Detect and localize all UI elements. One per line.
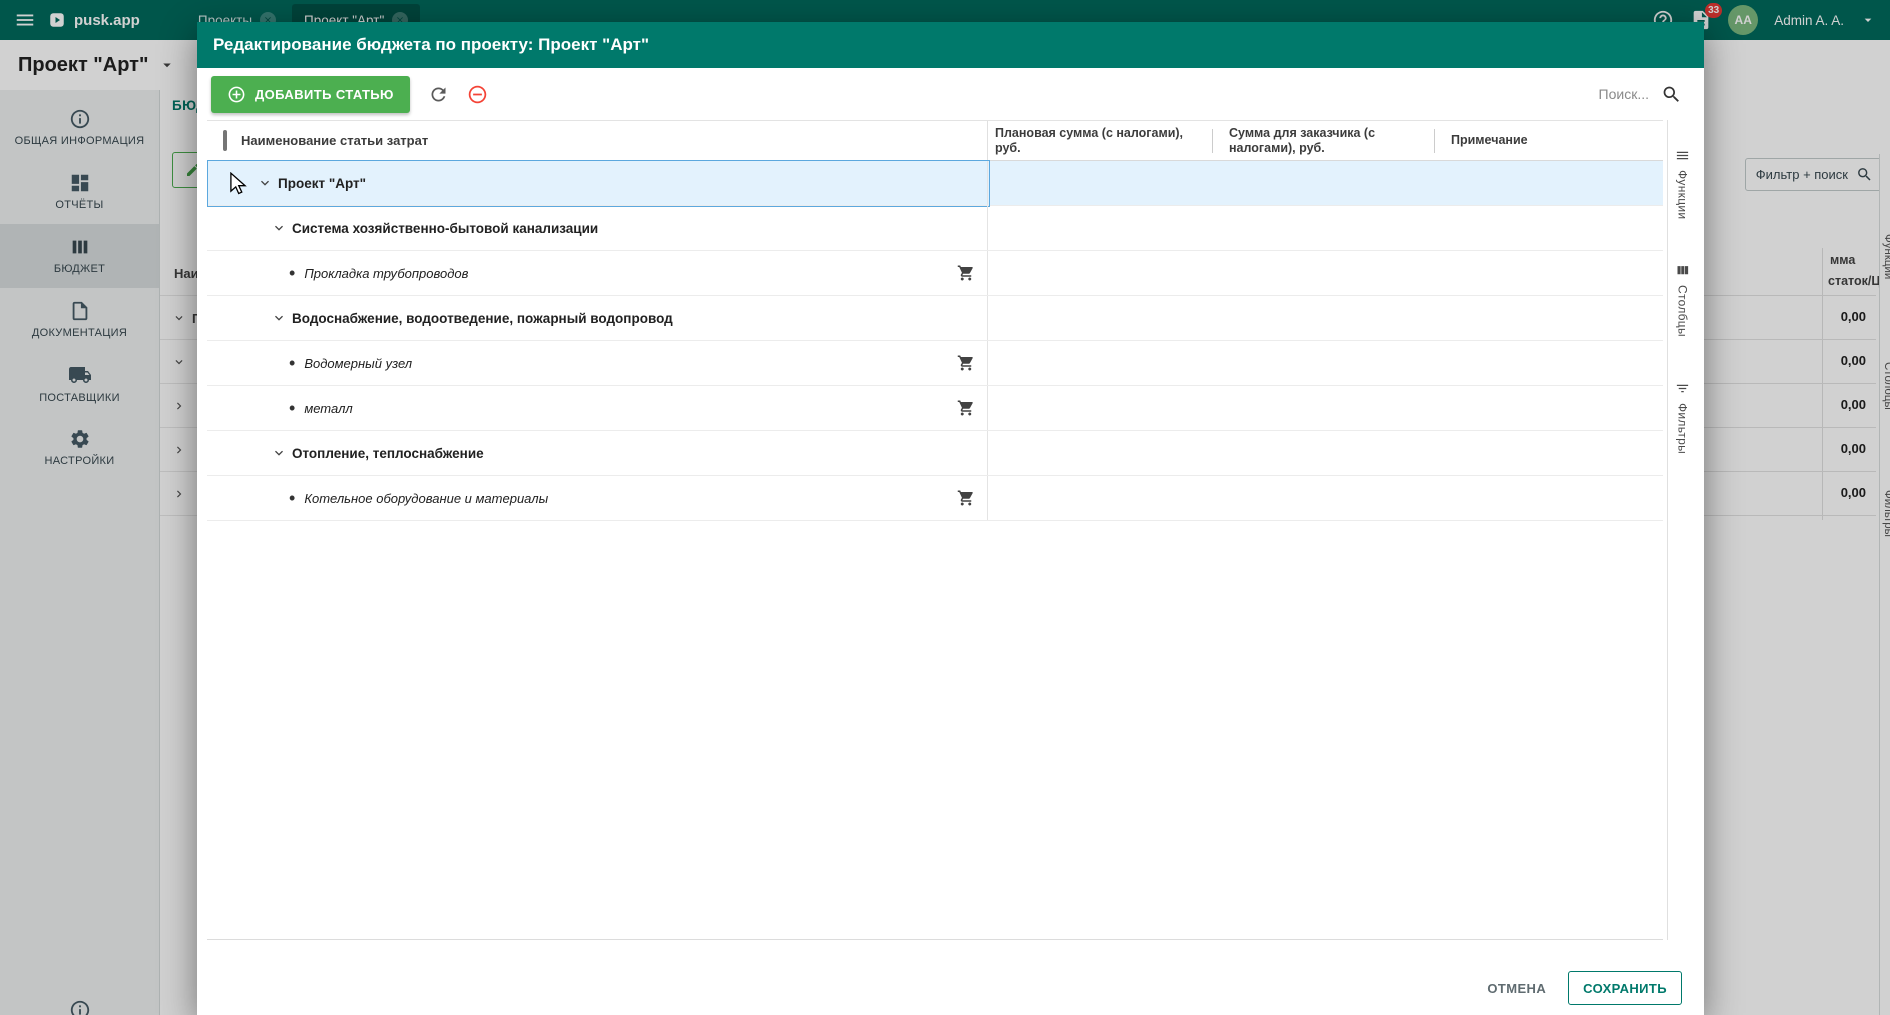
dialog-footer: ОТМЕНА СОХРАНИТЬ: [197, 961, 1704, 1015]
dialog-title: Редактирование бюджета по проекту: Проек…: [213, 35, 650, 54]
dialog-toolbar: ДОБАВИТЬ СТАТЬЮ: [197, 68, 1704, 120]
columns-icon: [1677, 266, 1689, 275]
minus-circle-icon: [468, 85, 487, 103]
column-header-name: Наименование статьи затрат: [241, 121, 988, 160]
header-checkbox-cell: [207, 129, 241, 151]
dialog-header: Редактирование бюджета по проекту: Проек…: [197, 22, 1704, 68]
row-label: Водоснабжение, водоотведение, пожарный в…: [292, 310, 673, 326]
row-checkbox-cell: [207, 161, 241, 205]
row-checkbox-cell: [207, 341, 241, 385]
table-body: Проект "Арт" Система хозяйственно-бытово…: [207, 160, 1663, 521]
chevron-down-icon[interactable]: [271, 310, 287, 326]
remove-item-button[interactable]: [467, 84, 488, 105]
chevron-down-icon[interactable]: [271, 220, 287, 236]
select-all-checkbox[interactable]: [223, 129, 227, 151]
row-checkbox-cell: [207, 431, 241, 475]
tree-row-water-supply-group[interactable]: Водоснабжение, водоотведение, пожарный в…: [207, 296, 1663, 341]
row-checkbox-cell: [207, 206, 241, 250]
side-tab-functions[interactable]: Функции: [1675, 148, 1690, 219]
column-header-note: Примечание: [1434, 121, 1663, 160]
tree-row-boiler-equipment-item[interactable]: • Котельное оборудование и материалы: [207, 476, 1663, 521]
row-checkbox-cell: [207, 476, 241, 520]
menu-lines-icon: [1676, 151, 1689, 160]
row-label: Проект "Арт": [278, 175, 367, 191]
dialog-side-panel-tabs: Функции Столбцы Фильтры: [1667, 120, 1697, 940]
search-button[interactable]: [1661, 84, 1682, 105]
side-tab-filters[interactable]: Фильтры: [1675, 381, 1690, 454]
row-label: Отопление, теплоснабжение: [292, 445, 484, 461]
plus-circle-icon: [228, 86, 245, 102]
row-label: Система хозяйственно-бытовой канализации: [292, 220, 599, 236]
chevron-down-icon[interactable]: [271, 445, 287, 461]
cancel-button[interactable]: ОТМЕНА: [1487, 981, 1546, 996]
filter-funnel-icon: [1676, 385, 1689, 393]
column-header-planned-sum: Плановая сумма (с налогами), руб.: [995, 125, 1184, 155]
cart-icon[interactable]: [957, 489, 975, 507]
row-checkbox-cell: [207, 386, 241, 430]
tree-row-heating-group[interactable]: Отопление, теплоснабжение: [207, 431, 1663, 476]
search-input[interactable]: [1529, 86, 1649, 102]
save-button[interactable]: СОХРАНИТЬ: [1568, 971, 1682, 1005]
side-tab-columns[interactable]: Столбцы: [1675, 263, 1690, 337]
table-header-row: Наименование статьи затрат Плановая сумм…: [207, 120, 1663, 161]
budget-items-table: Наименование статьи затрат Плановая сумм…: [207, 120, 1663, 940]
tree-row-pipeline-item[interactable]: • Прокладка трубопроводов: [207, 251, 1663, 296]
chevron-down-icon[interactable]: [257, 175, 273, 191]
row-label: Прокладка трубопроводов: [304, 265, 469, 281]
add-item-button[interactable]: ДОБАВИТЬ СТАТЬЮ: [211, 75, 410, 113]
side-tab-label: Функции: [1675, 170, 1690, 220]
add-item-label: ДОБАВИТЬ СТАТЬЮ: [255, 86, 394, 102]
refresh-icon: [431, 87, 446, 101]
side-tab-label: Фильтры: [1675, 403, 1690, 455]
tree-row-project[interactable]: Проект "Арт": [207, 160, 1663, 207]
search-icon: [1663, 86, 1679, 102]
cart-icon[interactable]: [957, 354, 975, 372]
side-tab-label: Столбцы: [1675, 285, 1690, 338]
tree-row-water-meter-item[interactable]: • Водомерный узел: [207, 341, 1663, 386]
cart-icon[interactable]: [957, 264, 975, 282]
row-label: Водомерный узел: [304, 355, 413, 371]
tree-row-metal-item[interactable]: • металл: [207, 386, 1663, 431]
tree-row-sewerage-group[interactable]: Система хозяйственно-бытовой канализации: [207, 206, 1663, 251]
row-checkbox-cell: [207, 251, 241, 295]
row-label: металл: [304, 400, 353, 416]
row-label: Котельное оборудование и материалы: [304, 490, 549, 506]
budget-edit-dialog: Редактирование бюджета по проекту: Проек…: [197, 22, 1704, 1015]
column-header-customer-sum: Сумма для заказчика (с налогами), руб.: [1212, 121, 1434, 160]
row-checkbox-cell: [207, 296, 241, 340]
refresh-button[interactable]: [428, 84, 449, 105]
cart-icon[interactable]: [957, 399, 975, 417]
